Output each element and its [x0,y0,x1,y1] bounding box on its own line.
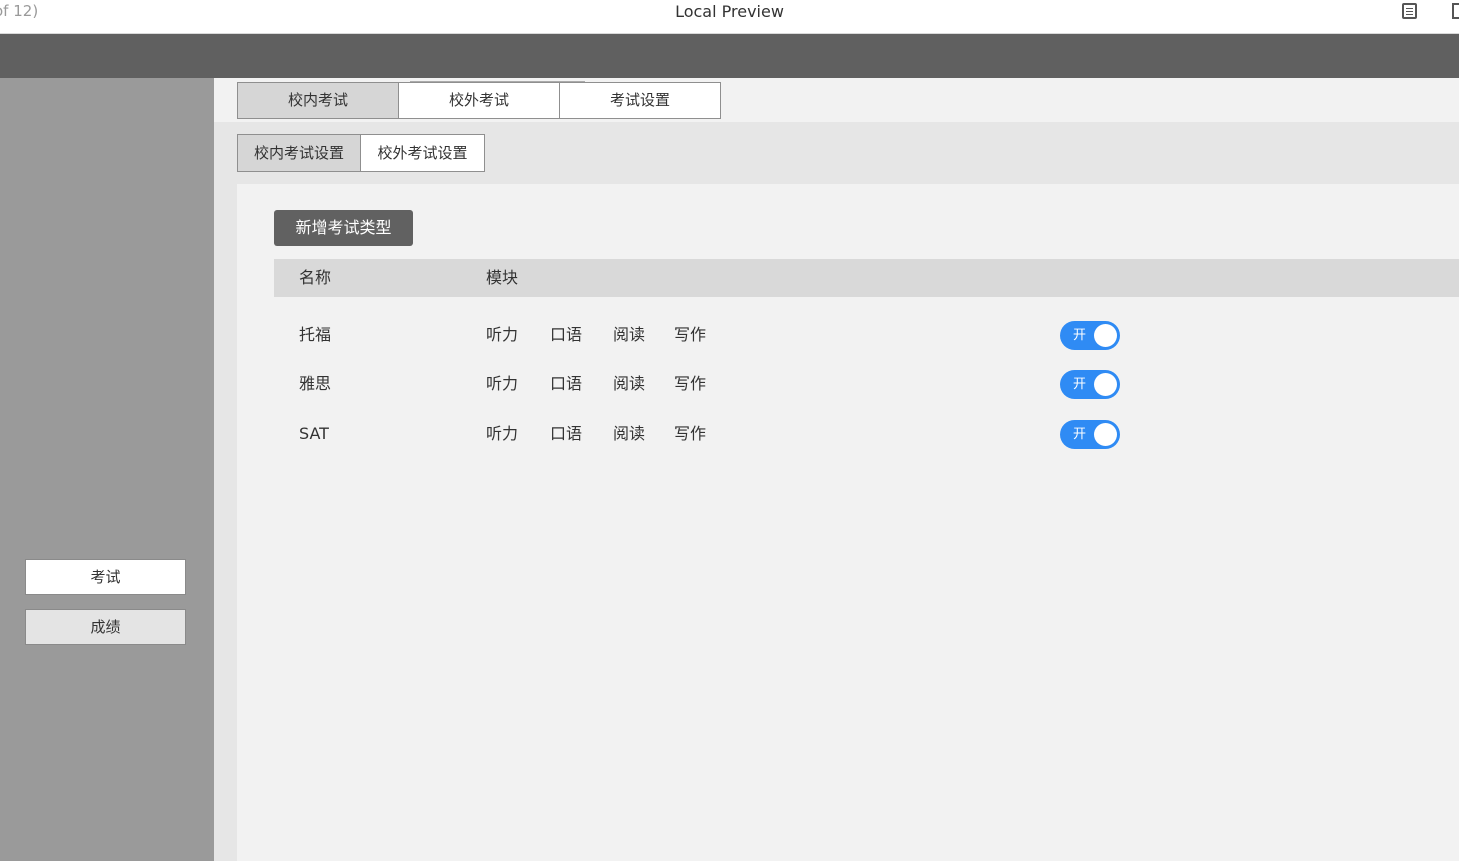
module-writing: 写作 [674,374,707,393]
exam-name: SAT [299,424,329,443]
top-bar [0,34,1459,78]
sidebar: 考试 成绩 [0,78,214,861]
table-row: SAT 听力 口语 阅读 写作 开 [274,414,1459,454]
add-exam-type-button[interactable]: 新增考试类型 [274,210,413,246]
subtab-internal-settings[interactable]: 校内考试设置 [237,134,361,172]
exam-name: 雅思 [299,374,332,393]
module-listening: 听力 [486,424,519,443]
column-header-name: 名称 [299,268,332,287]
toggle-label: 开 [1073,328,1087,343]
sidebar-item-exam[interactable]: 考试 [25,559,186,595]
sidebar-item-grades[interactable]: 成绩 [25,609,186,645]
window-title: Local Preview [675,2,784,21]
window-titlebar: of 12) Local Preview [0,0,1459,34]
module-reading: 阅读 [613,424,646,443]
column-header-modules: 模块 [486,268,519,287]
toggle-knob [1094,423,1117,446]
toggle-knob [1094,373,1117,396]
tab-external-exam[interactable]: 校外考试 [398,82,560,119]
settings-subtab-bar: 校内考试设置 校外考试设置 [214,122,1459,184]
table-row: 托福 听力 口语 阅读 写作 开 [274,315,1459,355]
main-content: 校内考试 校外考试 考试设置 校内考试设置 校外考试设置 新增考试类型 名称 模… [214,78,1459,861]
module-listening: 听力 [486,374,519,393]
enable-toggle[interactable]: 开 [1060,370,1120,399]
module-listening: 听力 [486,325,519,344]
module-writing: 写作 [674,325,707,344]
tab-internal-exam[interactable]: 校内考试 [237,82,399,119]
module-reading: 阅读 [613,325,646,344]
tab-exam-settings[interactable]: 考试设置 [559,82,721,119]
toggle-label: 开 [1073,427,1087,442]
table-row: 雅思 听力 口语 阅读 写作 开 [274,364,1459,404]
document-icon[interactable] [1402,3,1417,19]
enable-toggle[interactable]: 开 [1060,420,1120,449]
module-writing: 写作 [674,424,707,443]
window-frame-icon[interactable] [1452,3,1459,19]
module-speaking: 口语 [550,374,583,393]
module-speaking: 口语 [550,325,583,344]
toggle-label: 开 [1073,377,1087,392]
exam-name: 托福 [299,325,332,344]
enable-toggle[interactable]: 开 [1060,321,1120,350]
module-reading: 阅读 [613,374,646,393]
table-header: 名称 模块 [274,259,1459,297]
subtab-external-settings[interactable]: 校外考试设置 [360,134,485,172]
toggle-knob [1094,324,1117,347]
content-left-gutter [214,184,237,861]
module-speaking: 口语 [550,424,583,443]
